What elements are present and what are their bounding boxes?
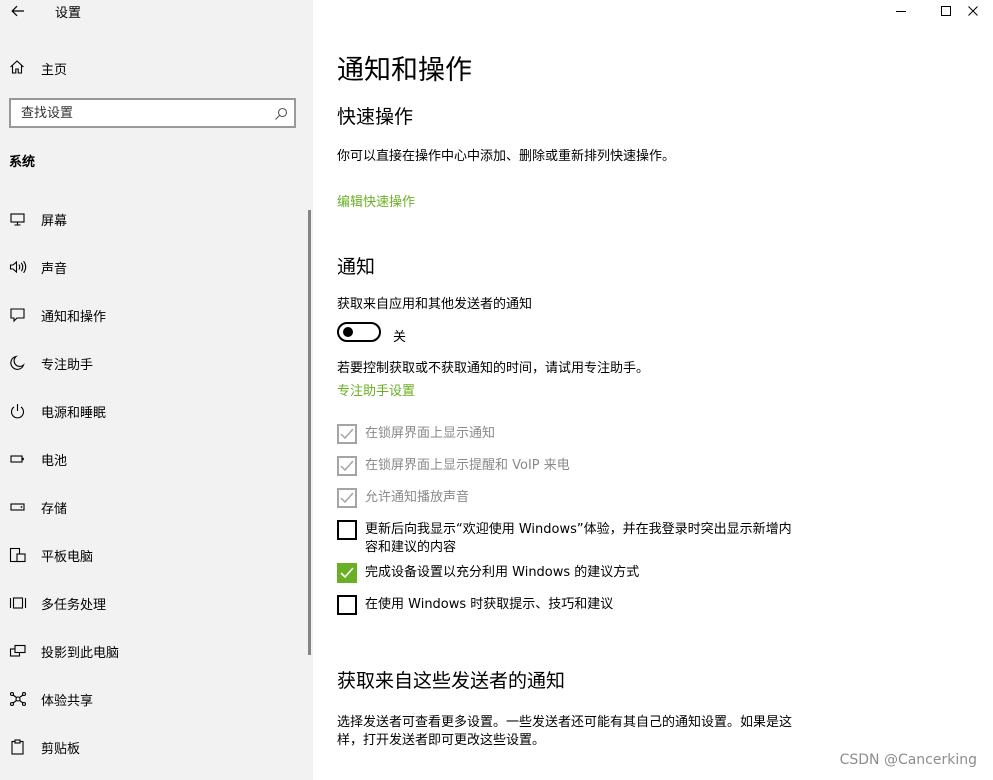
sidebar-nav: 屏幕 声音 通知和操作 专注助手 电源和睡眠 电池 存储 平板电脑 多任务处理 … [0,195,313,771]
tablet-icon [9,547,26,563]
notifications-toggle-state: 关 [393,330,407,345]
search-box[interactable] [9,98,296,128]
sidebar: 设置 主页 系统 屏幕 [0,0,313,780]
back-arrow-icon [11,5,24,17]
multitask-icon [9,597,27,609]
battery-icon [10,455,24,463]
checkbox[interactable] [337,424,357,444]
sidebar-item-battery[interactable]: 电池 [0,435,313,483]
checkbox[interactable] [337,595,357,615]
checkbox[interactable] [337,456,357,476]
sidebar-item-sound[interactable]: 声音 [0,243,313,291]
quick-actions-description: 你可以直接在操作中心中添加、删除或重新排列快速操作。 [337,149,676,164]
checkbox-label: 更新后向我显示“欢迎使用 Windows”体验，并在我登录时突出显示新增内容和建… [365,522,792,555]
sidebar-item-home-label: 主页 [41,63,68,78]
checkmark-icon [340,428,354,440]
quick-actions-heading: 快速操作 [337,106,414,128]
sidebar-scrollbar[interactable] [308,210,311,655]
checkbox-label: 允许通知播放声音 [365,490,470,505]
sidebar-item-home[interactable]: 主页 [0,52,313,84]
checkbox-label: 完成设备设置以充分利用 Windows 的建议方式 [365,565,640,580]
checkbox[interactable] [337,488,357,508]
focus-assist-hint: 若要控制获取或不获取通知的时间，请试用专注助手。 [337,361,650,376]
watermark: CSDN @Cancerking [839,752,977,768]
checkbox[interactable] [337,520,357,540]
sidebar-item-label: 屏幕 [41,214,68,229]
sidebar-item-tablet[interactable]: 平板电脑 [0,531,313,579]
sidebar-item-label: 体验共享 [41,694,94,709]
checkmark-icon [340,492,354,504]
toggle-knob [343,327,353,337]
senders-heading: 获取来自这些发送者的通知 [337,670,566,692]
search-icon[interactable] [274,106,288,125]
power-icon [10,404,25,419]
checkbox-label: 在使用 Windows 时获取提示、技巧和建议 [365,597,614,612]
sidebar-item-multitasking[interactable]: 多任务处理 [0,579,313,627]
sidebar-item-label: 电池 [41,454,68,469]
checkbox-label: 在锁屏界面上显示通知 [365,426,496,441]
sidebar-item-label: 专注助手 [41,358,94,373]
sidebar-item-label: 声音 [41,262,68,277]
sidebar-item-label: 剪贴板 [41,742,81,757]
moon-icon [10,355,25,370]
sidebar-item-label: 通知和操作 [41,310,107,325]
sidebar-item-focus-assist[interactable]: 专注助手 [0,339,313,387]
notifications-heading: 通知 [337,256,376,278]
notifications-toggle[interactable] [337,322,381,342]
focus-assist-settings-link[interactable]: 专注助手设置 [337,380,415,399]
sidebar-item-label: 多任务处理 [41,598,107,613]
monitor-icon [10,213,25,226]
checkmark-icon [340,460,354,472]
sidebar-item-shared-experiences[interactable]: 体验共享 [0,675,313,723]
storage-icon [10,503,25,511]
page-title: 通知和操作 [337,55,472,86]
edit-quick-actions-link[interactable]: 编辑快速操作 [337,191,415,210]
project-icon [9,644,26,657]
sidebar-item-clipboard[interactable]: 剪贴板 [0,723,313,771]
share-icon [9,691,27,707]
back-button[interactable] [4,0,32,22]
sidebar-item-label: 存储 [41,502,68,517]
checkmark-icon [340,567,354,579]
clipboard-icon [11,739,24,755]
notification-icon [10,308,25,323]
notifications-toggle-caption: 获取来自应用和其他发送者的通知 [337,297,533,312]
sidebar-item-display[interactable]: 屏幕 [0,195,313,243]
section-label: 系统 [9,155,36,170]
search-input[interactable] [11,100,271,126]
sidebar-item-project[interactable]: 投影到此电脑 [0,627,313,675]
sidebar-item-power[interactable]: 电源和睡眠 [0,387,313,435]
sidebar-item-label: 平板电脑 [41,550,94,565]
app-title: 设置 [55,6,82,21]
sidebar-item-notifications[interactable]: 通知和操作 [0,291,313,339]
sidebar-item-label: 投影到此电脑 [41,646,120,661]
speaker-icon [9,260,27,274]
home-icon [9,59,25,79]
checkbox-label: 在锁屏界面上显示提醒和 VoIP 来电 [365,458,570,473]
checkbox[interactable] [337,563,357,583]
main-content: 通知和操作 快速操作 你可以直接在操作中心中添加、删除或重新排列快速操作。 编辑… [337,0,977,780]
senders-description: 选择发送者可查看更多设置。一些发送者还可能有其自己的通知设置。如果是这样，打开发… [337,715,793,748]
sidebar-item-label: 电源和睡眠 [41,406,107,421]
sidebar-item-storage[interactable]: 存储 [0,483,313,531]
